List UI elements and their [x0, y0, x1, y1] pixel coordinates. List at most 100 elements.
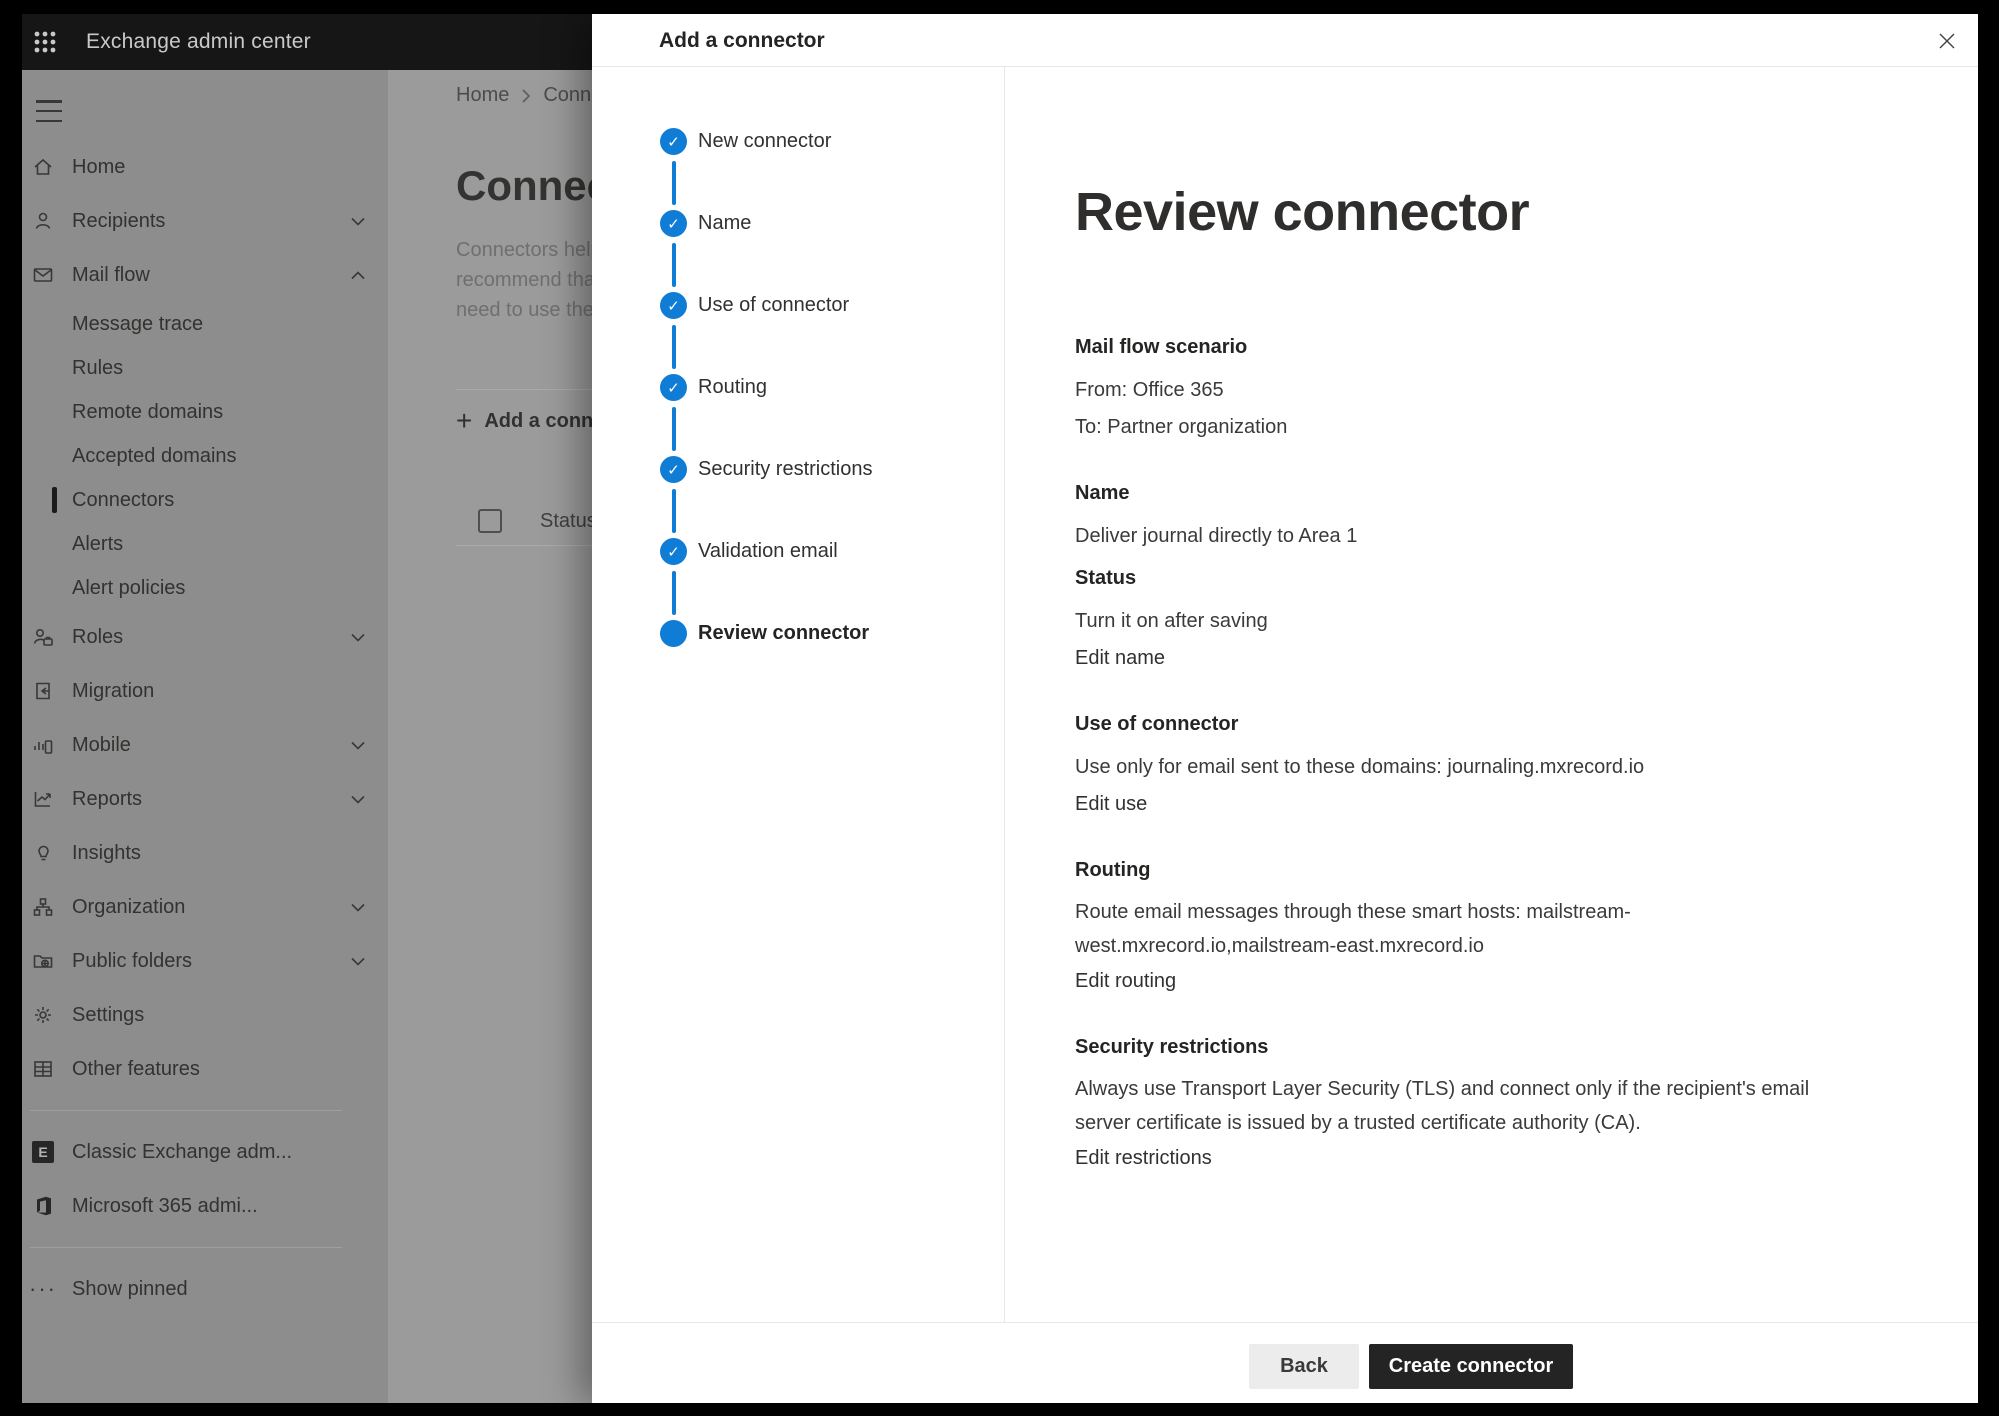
- sidebar-divider: [30, 1247, 342, 1248]
- modal-body: New connector Name Use of connector Rout…: [592, 67, 1978, 1322]
- section-heading-routing: Routing: [1075, 857, 1858, 883]
- sidebar-item-organization[interactable]: Organization: [22, 880, 388, 934]
- step-validation-email[interactable]: Validation email: [660, 538, 1004, 620]
- close-icon: [1938, 32, 1956, 50]
- chevron-down-icon: [351, 741, 365, 750]
- chevron-down-icon: [351, 795, 365, 804]
- screen: Exchange admin center Home Recipients Ma…: [0, 0, 1999, 1416]
- step-routing[interactable]: Routing: [660, 374, 1004, 456]
- wizard-stepper: New connector Name Use of connector Rout…: [592, 67, 1005, 1322]
- sidebar-item-label: Home: [72, 156, 365, 179]
- sidebar-item-message-trace[interactable]: Message trace: [22, 302, 388, 346]
- home-icon: [32, 156, 54, 178]
- exchange-admin-app: Exchange admin center Home Recipients Ma…: [22, 14, 1978, 1403]
- review-title: Review connector: [1075, 182, 1858, 242]
- chevron-down-icon: [351, 217, 365, 226]
- step-complete-icon: [660, 128, 687, 155]
- step-complete-icon: [660, 456, 687, 483]
- section-heading-use-of-connector: Use of connector: [1075, 711, 1858, 737]
- grid-table-icon: [32, 1058, 54, 1080]
- sidebar-item-label: Recipients: [72, 210, 351, 233]
- step-complete-icon: [660, 374, 687, 401]
- roles-icon: [32, 626, 54, 648]
- mail-flow-to: To: Partner organization: [1075, 409, 1858, 446]
- step-name[interactable]: Name: [660, 210, 1004, 292]
- step-complete-icon: [660, 292, 687, 319]
- sidebar-item-mail-flow[interactable]: Mail flow: [22, 248, 388, 302]
- sidebar-item-insights[interactable]: Insights: [22, 826, 388, 880]
- modal-footer: Back Create connector: [592, 1322, 1978, 1403]
- sidebar-item-migration[interactable]: Migration: [22, 664, 388, 718]
- lightbulb-icon: [32, 842, 54, 864]
- close-button[interactable]: [1930, 24, 1964, 58]
- step-use-of-connector[interactable]: Use of connector: [660, 292, 1004, 374]
- sidebar-divider: [30, 1110, 342, 1111]
- modal-title: Add a connector: [659, 14, 825, 67]
- edit-name-link[interactable]: Edit name: [1075, 640, 1165, 677]
- status-column-header: Status: [540, 510, 597, 533]
- org-chart-icon: [32, 896, 54, 918]
- migration-icon: [32, 680, 54, 702]
- chevron-down-icon: [351, 957, 365, 966]
- sidebar: Home Recipients Mail flow Message trace …: [22, 70, 388, 1403]
- sidebar-item-alert-policies[interactable]: Alert policies: [22, 566, 388, 610]
- chevron-down-icon: [351, 633, 365, 642]
- sidebar-item-accepted-domains[interactable]: Accepted domains: [22, 434, 388, 478]
- mail-icon: [32, 264, 54, 286]
- step-complete-icon: [660, 538, 687, 565]
- edit-use-link[interactable]: Edit use: [1075, 786, 1147, 823]
- app-launcher-icon: [33, 30, 57, 54]
- sidebar-item-remote-domains[interactable]: Remote domains: [22, 390, 388, 434]
- sidebar-item-other-features[interactable]: Other features: [22, 1042, 388, 1096]
- breadcrumb-separator-icon: [521, 88, 531, 104]
- plus-icon: +: [456, 407, 472, 435]
- chevron-up-icon: [351, 271, 365, 280]
- folder-globe-icon: [32, 950, 54, 972]
- mobile-icon: [32, 734, 54, 756]
- review-pane: Review connector Mail flow scenario From…: [1005, 67, 1978, 1322]
- classic-exchange-icon: E: [32, 1141, 54, 1163]
- app-title: Exchange admin center: [86, 30, 311, 54]
- use-of-connector-value: Use only for email sent to these domains…: [1075, 749, 1858, 786]
- chevron-down-icon: [351, 903, 365, 912]
- security-restrictions-value: Always use Transport Layer Security (TLS…: [1075, 1072, 1858, 1140]
- section-heading-name: Name: [1075, 480, 1858, 506]
- sidebar-item-recipients[interactable]: Recipients: [22, 194, 388, 248]
- step-current-icon: [660, 620, 687, 647]
- app-launcher-button[interactable]: [22, 14, 68, 70]
- status-value: Turn it on after saving: [1075, 603, 1858, 640]
- sidebar-item-show-pinned[interactable]: ··· Show pinned: [22, 1262, 388, 1316]
- step-security-restrictions[interactable]: Security restrictions: [660, 456, 1004, 538]
- connector-name-value: Deliver journal directly to Area 1: [1075, 518, 1858, 555]
- reports-icon: [32, 788, 54, 810]
- step-review-connector[interactable]: Review connector: [660, 620, 1004, 702]
- sidebar-item-public-folders[interactable]: Public folders: [22, 934, 388, 988]
- section-heading-security-restrictions: Security restrictions: [1075, 1034, 1858, 1060]
- sidebar-item-reports[interactable]: Reports: [22, 772, 388, 826]
- add-connector-modal: Add a connector New connector Name: [592, 14, 1978, 1403]
- sidebar-item-mobile[interactable]: Mobile: [22, 718, 388, 772]
- sidebar-item-alerts[interactable]: Alerts: [22, 522, 388, 566]
- sidebar-item-microsoft-365-admin[interactable]: Microsoft 365 admi...: [22, 1179, 388, 1233]
- sidebar-item-connectors[interactable]: Connectors: [22, 478, 388, 522]
- sidebar-item-roles[interactable]: Roles: [22, 610, 388, 664]
- sidebar-item-settings[interactable]: Settings: [22, 988, 388, 1042]
- sidebar-item-rules[interactable]: Rules: [22, 346, 388, 390]
- gear-icon: [32, 1004, 54, 1026]
- edit-routing-link[interactable]: Edit routing: [1075, 963, 1176, 1000]
- breadcrumb-home-link[interactable]: Home: [456, 84, 509, 107]
- person-icon: [32, 210, 54, 232]
- create-connector-button[interactable]: Create connector: [1369, 1344, 1573, 1389]
- microsoft-365-icon: [32, 1195, 54, 1217]
- step-new-connector[interactable]: New connector: [660, 128, 1004, 210]
- sidebar-item-classic-exchange-admin[interactable]: E Classic Exchange adm...: [22, 1125, 388, 1179]
- sidebar-item-home[interactable]: Home: [22, 140, 388, 194]
- sidebar-item-label: Mail flow: [72, 264, 351, 287]
- routing-value: Route email messages through these smart…: [1075, 895, 1858, 963]
- menu-toggle-button[interactable]: [36, 100, 66, 122]
- section-heading-status: Status: [1075, 565, 1858, 591]
- ellipsis-icon: ···: [32, 1278, 54, 1300]
- edit-restrictions-link[interactable]: Edit restrictions: [1075, 1140, 1212, 1177]
- select-all-checkbox[interactable]: [478, 509, 502, 533]
- back-button[interactable]: Back: [1249, 1344, 1359, 1389]
